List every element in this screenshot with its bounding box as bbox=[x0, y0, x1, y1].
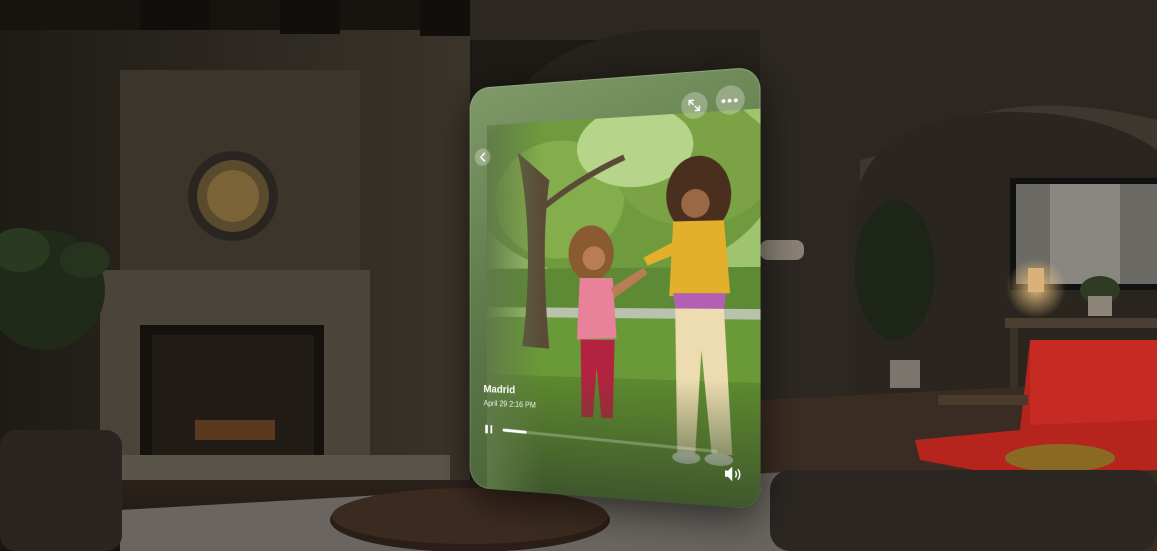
photo-viewer-window[interactable]: ••• Madrid April 29 2:16 PM bbox=[469, 66, 761, 510]
video-frame[interactable] bbox=[486, 108, 761, 510]
video-info: Madrid April 29 2:16 PM bbox=[483, 384, 535, 410]
speaker-volume-icon bbox=[724, 466, 743, 483]
living-room-background: ••• Madrid April 29 2:16 PM bbox=[0, 0, 1157, 551]
pause-icon-bar bbox=[485, 424, 488, 433]
pause-icon-bar bbox=[490, 424, 493, 434]
chevron-left-icon bbox=[479, 152, 486, 162]
ellipsis-icon: ••• bbox=[720, 91, 740, 109]
video-image bbox=[486, 108, 761, 510]
volume-button[interactable] bbox=[724, 465, 743, 483]
pause-button[interactable] bbox=[483, 422, 493, 436]
expand-arrows-icon bbox=[688, 99, 700, 112]
video-title: Madrid bbox=[483, 383, 516, 397]
